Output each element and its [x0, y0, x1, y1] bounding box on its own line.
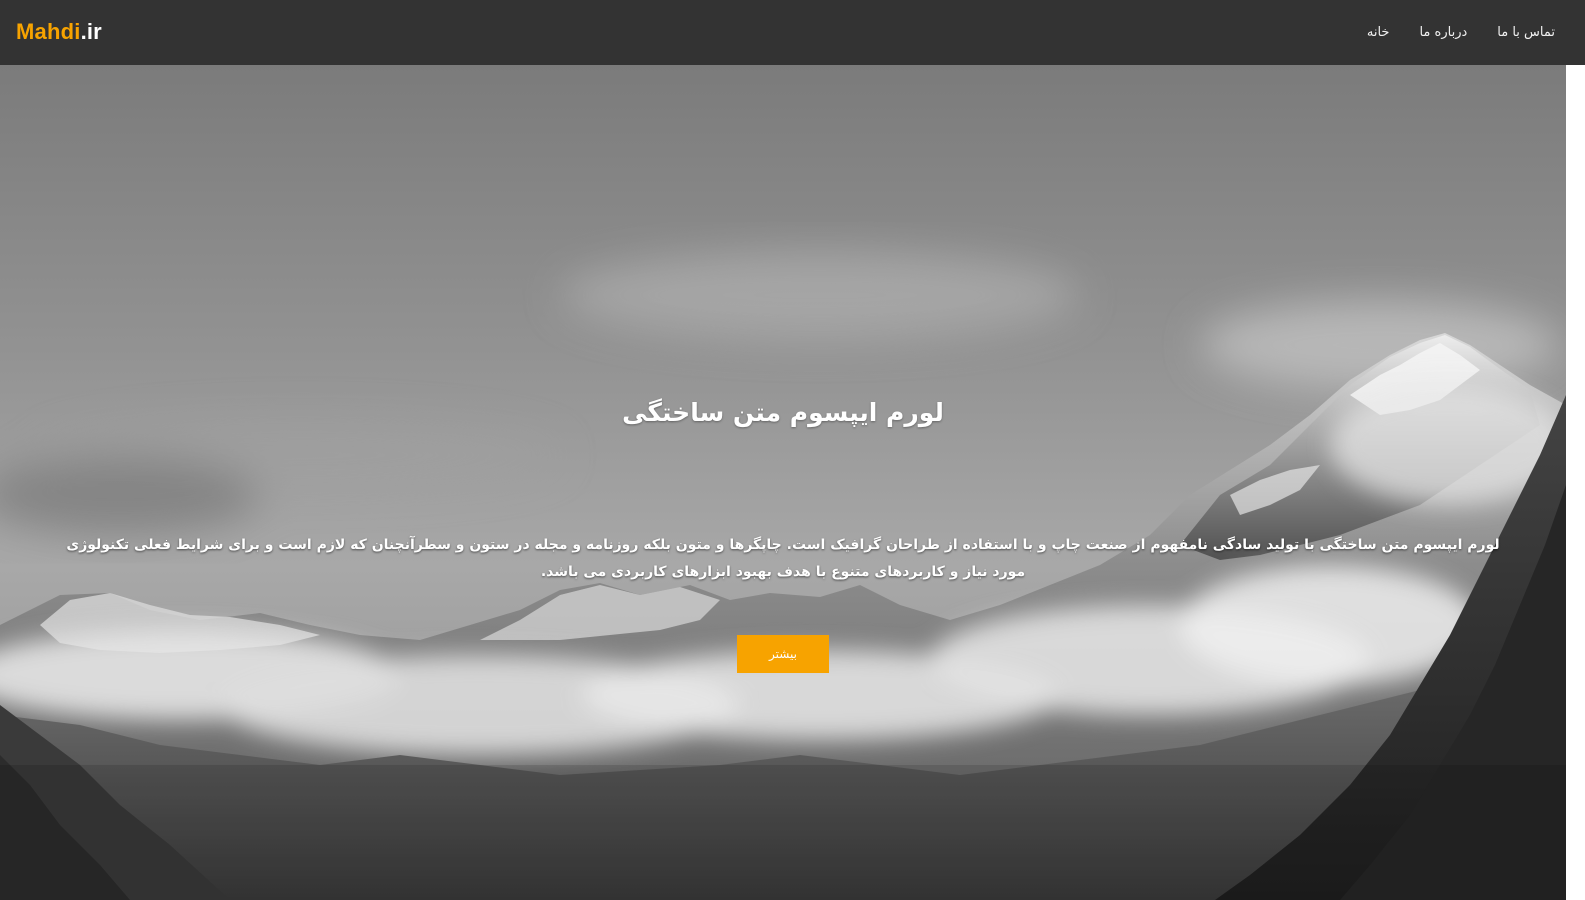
site-logo[interactable]: Mahdi.ir: [16, 17, 102, 47]
hero-section: لورم ایپسوم متن ساختگی لورم ایپسوم متن س…: [0, 65, 1566, 900]
page: Mahdi.ir خانه درباره ما تماس با ما لورم …: [0, 0, 1585, 900]
nav-link-contact[interactable]: تماس با ما: [1497, 25, 1555, 40]
hero-content: لورم ایپسوم متن ساختگی لورم ایپسوم متن س…: [0, 65, 1566, 900]
page-scrollbar[interactable]: [1566, 65, 1585, 900]
logo-main-text: Mahdi: [16, 19, 81, 44]
nav-link-about[interactable]: درباره ما: [1419, 25, 1467, 40]
nav-link-home[interactable]: خانه: [1367, 25, 1390, 40]
main-nav: خانه درباره ما تماس با ما: [1367, 0, 1555, 65]
top-navbar: Mahdi.ir خانه درباره ما تماس با ما: [0, 0, 1585, 65]
more-button[interactable]: بیشتر: [737, 635, 829, 673]
hero-title: لورم ایپسوم متن ساختگی: [622, 398, 944, 427]
hero-description: لورم ایپسوم متن ساختگی با تولید سادگی نا…: [66, 537, 1500, 580]
logo-tld-text: .ir: [80, 19, 102, 44]
